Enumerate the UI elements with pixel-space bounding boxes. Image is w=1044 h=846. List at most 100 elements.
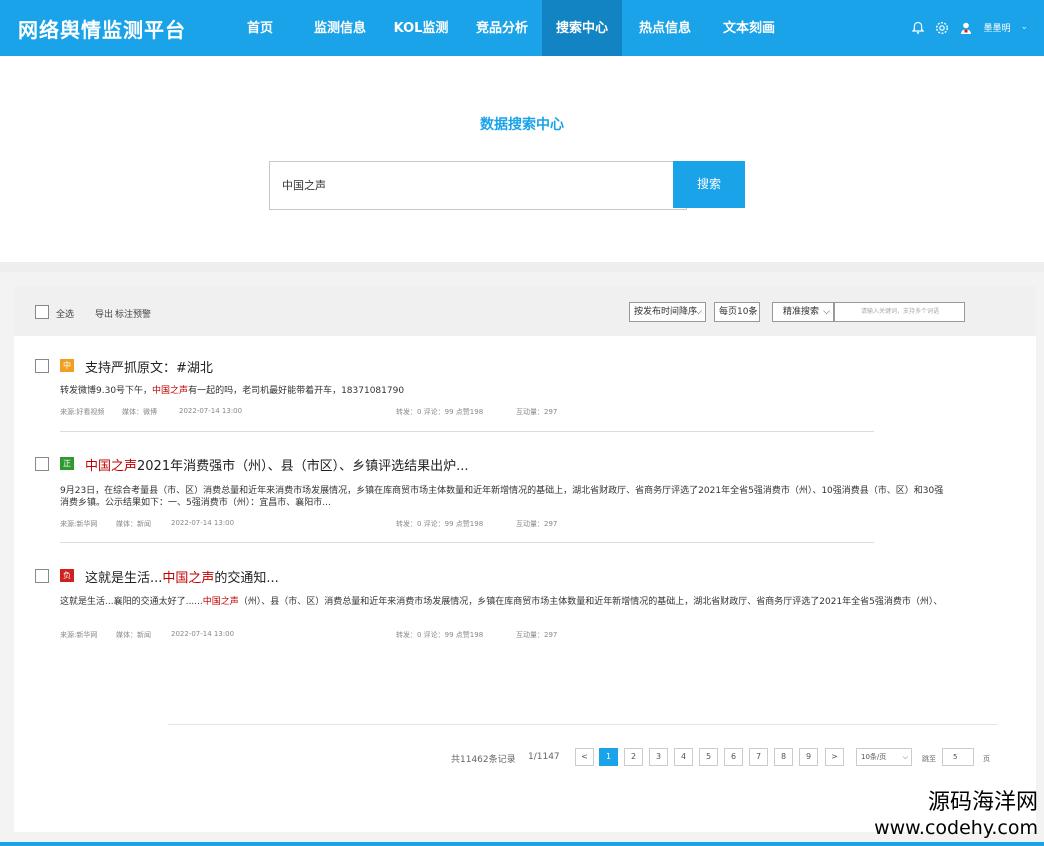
result-interaction: 互动量：297 [516,520,558,528]
bell-icon[interactable] [911,20,925,34]
next-page-button[interactable]: > [825,748,844,766]
page-button[interactable]: 3 [649,748,668,766]
result-divider [60,542,874,543]
result-title[interactable]: 中国之声2021年消费强市（州）、县（市区）、乡镇评选结果出炉... [85,455,469,474]
mark-alert-button[interactable]: 标注预警 [115,307,151,320]
page-button[interactable]: 5 [699,748,718,766]
nav-monitor-info[interactable]: 监测信息 [300,0,380,56]
result-title-text: 的交通知... [214,571,279,586]
result-media: 媒体：新闻 [116,520,151,528]
result-title-highlight: 中国之声 [85,459,138,474]
result-date: 2022-07-14 13:00 [179,407,243,415]
username[interactable]: 墨墨明 [983,21,1010,34]
app-logo[interactable]: 网络舆情监测平台 [18,14,186,43]
result-title[interactable]: 这就是生活...中国之声的交通知... [85,567,279,586]
select-all-label[interactable]: 全选 [56,307,74,320]
result-title-text: 2021年消费强市（州）、县（市区）、乡镇评选结果出炉... [137,459,469,474]
result-media: 媒体：微博 [122,408,157,416]
precise-search-value: 精准搜索 [783,307,820,317]
section-divider [0,262,1044,272]
result-checkbox[interactable] [35,359,49,373]
snippet-text: （州）、县（市、区）消费总量和近年来消费市场发展情况，乡镇在库商贸市场主体数量和… [238,597,943,607]
chevron-down-icon: ⌵ [695,307,702,317]
result-interaction: 互动量：297 [516,408,558,416]
header-user-area: 墨墨明 ⌄ [911,20,1028,35]
chevron-down-icon[interactable]: ⌄ [1020,22,1028,32]
page-button[interactable]: 8 [774,748,793,766]
total-records: 共11462条记录 [451,755,516,765]
snippet-highlight: 中国之声 [152,386,189,396]
result-source: 来源:新华网 [60,520,98,528]
chevron-down-icon: ⌵ [902,753,908,761]
precise-search-select[interactable]: 精准搜索 ⌵ [772,302,834,322]
gear-icon[interactable] [935,20,949,35]
page-size-value: 10条/页 [861,753,887,761]
result-checkbox[interactable] [35,457,49,471]
nav-search-center[interactable]: 搜索中心 [542,0,622,56]
page-button[interactable]: 4 [674,748,693,766]
result-interaction: 互动量：297 [516,631,558,639]
sort-select[interactable]: 按发布时间降序 ⌵ [629,302,706,322]
result-stats: 转发：0 评论：99 点赞198 [396,408,484,416]
nav-text-profile[interactable]: 文本刻画 [708,0,790,56]
result-title[interactable]: 支持严抓原文：#湖北 [85,357,213,376]
nav-kol-monitor[interactable]: KOL监测 [380,0,462,56]
keyword-input[interactable]: 请输入关键词，支持多个词语 [834,302,965,322]
result-checkbox[interactable] [35,569,49,583]
goto-page-input[interactable]: 5 [942,748,974,766]
result-date: 2022-07-14 13:00 [171,519,235,527]
page-button[interactable]: 1 [599,748,618,766]
search-center-title: 数据搜索中心 [480,117,564,133]
result-snippet: 9月23日，在综合考量县（市、区）消费总量和近年来消费市场发展情况，乡镇在库商贸… [60,485,950,509]
snippet-text: 这就是生活...襄阳的交通太好了...... [60,597,203,607]
sentiment-tag: 负 [60,569,74,582]
result-date: 2022-07-14 13:00 [171,630,235,638]
result-title-text: 这就是生活... [85,571,163,586]
export-button[interactable]: 导出 [95,307,113,320]
result-title-text: 支持严抓原文：#湖北 [85,361,213,376]
watermark-line1: 源码海洋网 [927,790,1038,815]
page-button[interactable]: 9 [799,748,818,766]
snippet-text: 有一起的吗，老司机最好能带着开车，18371081790 [188,386,405,396]
result-source: 来源:新华网 [60,631,98,639]
snippet-text: 9月23日，在综合考量县（市、区）消费总量和近年来消费市场发展情况，乡镇在库商贸… [60,486,944,508]
page-size-select[interactable]: 10条/页 ⌵ [856,748,912,766]
pagination-divider [168,724,998,725]
result-stats: 转发：0 评论：99 点赞198 [396,520,484,528]
search-input[interactable]: 中国之声 [269,161,687,210]
watermark: 源码海洋网 www.codehy.com [874,790,1038,840]
page-suffix: 页 [983,755,990,763]
result-title-highlight: 中国之声 [162,571,215,586]
prev-page-button[interactable]: < [575,748,594,766]
user-avatar-icon[interactable] [959,20,973,34]
chevron-down-icon: ⌵ [823,307,830,317]
snippet-highlight: 中国之声 [202,597,239,607]
snippet-text: 转发微博9.30号下午， [60,386,153,396]
watermark-line2: www.codehy.com [874,817,1038,839]
top-navigation-bar: 网络舆情监测平台 首页 监测信息 KOL监测 竞品分析 搜索中心 热点信息 文本刻画 墨墨明… [0,0,1044,56]
page-button[interactable]: 6 [724,748,743,766]
results-panel: 全选 导出 标注预警 按发布时间降序 ⌵ 每页10条 ⌵ 精准搜索 ⌵ 请输入关键词，… [14,286,1036,832]
result-snippet: 转发微博9.30号下午，中国之声有一起的吗，老司机最好能带着开车，1837108… [60,385,660,397]
sort-select-value: 按发布时间降序 [634,307,698,317]
result-source: 来源:好看视频 [60,408,105,416]
nav-home[interactable]: 首页 [220,0,300,56]
nav-hot-info[interactable]: 热点信息 [622,0,708,56]
sentiment-tag: 中 [60,359,74,372]
page-info: 1/1147 [528,752,560,762]
sentiment-tag: 正 [60,457,74,470]
select-all-checkbox[interactable] [35,305,49,319]
goto-label: 跳至 [922,755,936,763]
per-page-select[interactable]: 每页10条 ⌵ [714,302,760,322]
chevron-down-icon: ⌵ [749,307,756,317]
footer-stripe [0,842,1044,846]
result-stats: 转发：0 评论：99 点赞198 [396,631,484,639]
page-button[interactable]: 7 [749,748,768,766]
nav-competitor-analysis[interactable]: 竞品分析 [462,0,542,56]
result-divider [60,431,874,432]
results-toolbar: 全选 导出 标注预警 按发布时间降序 ⌵ 每页10条 ⌵ 精准搜索 ⌵ 请输入关键词，… [14,286,1036,336]
main-nav: 首页 监测信息 KOL监测 竞品分析 搜索中心 热点信息 文本刻画 [220,0,790,56]
page-button[interactable]: 2 [624,748,643,766]
result-media: 媒体：新闻 [116,631,151,639]
search-button[interactable]: 搜索 [673,161,745,208]
